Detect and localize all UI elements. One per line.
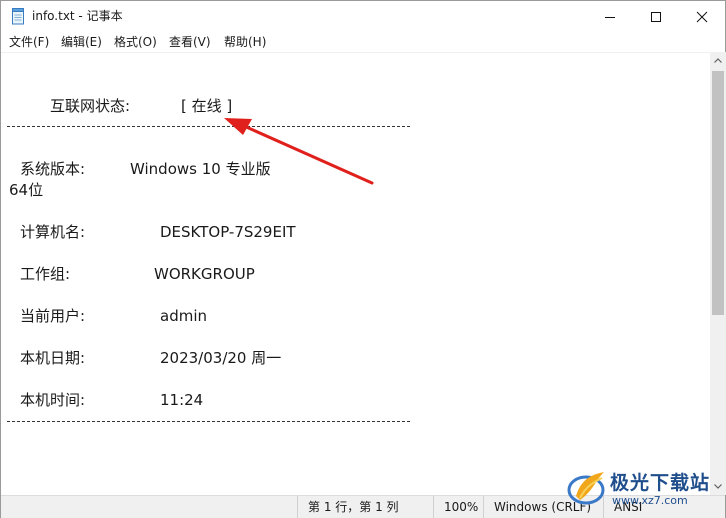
internet-status-label: 互联网状态:	[50, 97, 131, 115]
close-button[interactable]	[679, 1, 725, 32]
menu-help[interactable]: 帮助(H)	[223, 34, 267, 50]
computer-name-label: 计算机名:	[20, 223, 86, 241]
menu-file[interactable]: 文件(F)	[8, 34, 50, 50]
close-icon	[696, 11, 708, 22]
maximize-button[interactable]	[633, 1, 679, 32]
menu-bar: 文件(F) 编辑(E) 格式(O) 查看(V) 帮助(H)	[1, 32, 725, 51]
cursor-position: 第 1 行，第 1 列	[297, 496, 433, 518]
menu-format[interactable]: 格式(O)	[113, 34, 158, 50]
workgroup-value: WORKGROUP	[154, 265, 255, 283]
title-bar[interactable]: info.txt - 记事本	[1, 1, 725, 32]
notepad-window: info.txt - 记事本 文件(F) 编辑(E) 格式(O) 查看(V) 帮…	[0, 0, 726, 518]
os-version-value: Windows 10 专业版	[130, 160, 271, 178]
workgroup-label: 工作组:	[20, 265, 71, 283]
current-user-value: admin	[160, 307, 207, 325]
watermark: 极光下载站 www.xz7.com	[566, 466, 724, 514]
separator-line	[7, 421, 410, 422]
separator-line	[7, 126, 410, 127]
zoom-level: 100%	[433, 496, 483, 518]
watermark-logo-icon	[567, 472, 605, 505]
watermark-title: 极光下载站	[610, 472, 711, 494]
scrollbar-thumb[interactable]	[712, 71, 724, 315]
internet-status-value: [ 在线 ]	[181, 97, 233, 115]
computer-name-value: DESKTOP-7S29EIT	[160, 223, 296, 241]
menu-edit[interactable]: 编辑(E)	[60, 34, 103, 50]
watermark-url: www.xz7.com	[612, 494, 688, 507]
menu-view[interactable]: 查看(V)	[168, 34, 212, 50]
chevron-up-icon	[714, 58, 722, 63]
local-date-value: 2023/03/20 周一	[160, 349, 282, 367]
notepad-icon	[12, 8, 24, 25]
minimize-button[interactable]	[587, 1, 633, 32]
current-user-label: 当前用户:	[20, 307, 86, 325]
vertical-scrollbar[interactable]	[710, 52, 726, 495]
window-title: info.txt - 记事本	[32, 9, 123, 23]
text-editor-area[interactable]: 互联网状态: [ 在线 ] 系统版本: Windows 10 专业版 64位 计…	[1, 52, 710, 496]
local-date-label: 本机日期:	[20, 349, 86, 367]
local-time-label: 本机时间:	[20, 391, 86, 409]
local-time-value: 11:24	[160, 391, 204, 409]
os-version-wrap: 64位	[9, 181, 44, 199]
scroll-up-button[interactable]	[710, 52, 726, 69]
minimize-icon	[605, 16, 615, 18]
maximize-icon	[651, 11, 661, 22]
os-version-label: 系统版本:	[20, 160, 86, 178]
